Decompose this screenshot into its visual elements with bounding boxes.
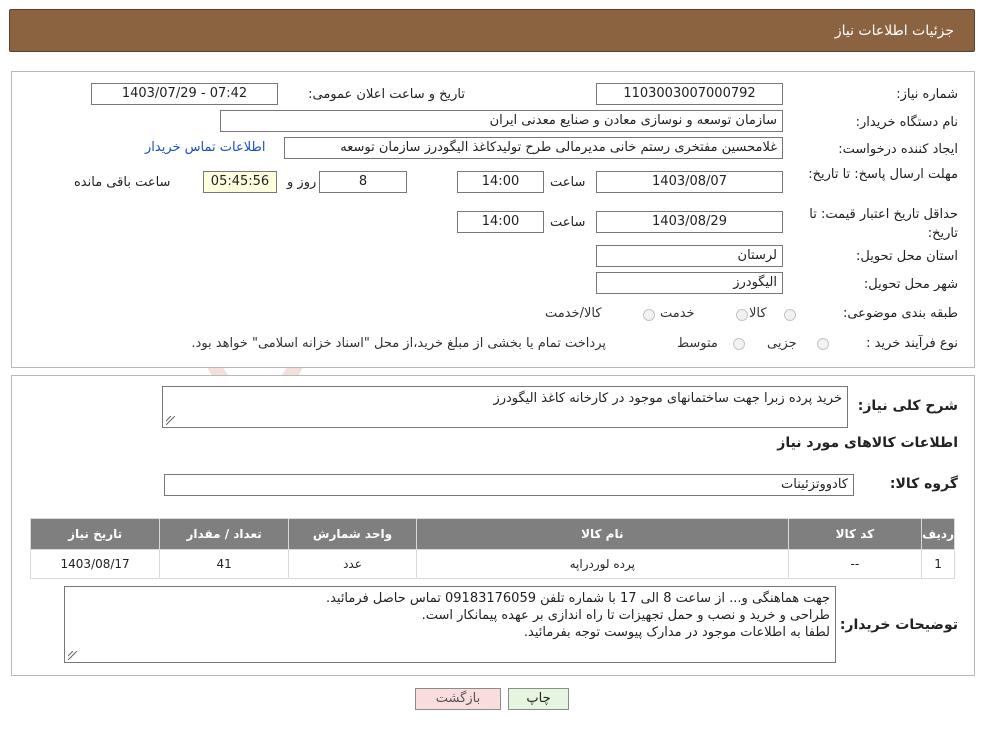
reply-deadline-label: مهلت ارسال پاسخ: تا تاریخ: bbox=[808, 167, 958, 182]
goods-info-title: اطلاعات کالاهای مورد نیاز bbox=[777, 435, 958, 451]
remaining-time-label: ساعت باقی مانده bbox=[74, 175, 171, 190]
process-medium-label: متوسط bbox=[677, 336, 718, 351]
cell-quantity: 41 bbox=[159, 549, 290, 579]
buyer-contact-link[interactable]: اطلاعات تماس خریدار bbox=[145, 140, 265, 155]
buyer-notes-textarea[interactable]: جهت هماهنگی و... از ساعت 8 الی 17 با شما… bbox=[64, 586, 836, 663]
process-minor-label: جزیی bbox=[767, 336, 797, 351]
col-header-item-code: کد کالا bbox=[787, 518, 923, 550]
table-row: 1 -- پرده لوردراپه عدد 41 1403/08/17 bbox=[29, 549, 955, 579]
price-validity-label: حداقل تاریخ اعتبار قیمت: تا تاریخ: bbox=[809, 207, 958, 241]
buyer-notes-line: جهت هماهنگی و... از ساعت 8 الی 17 با شما… bbox=[325, 591, 830, 606]
category-goods-label: کالا bbox=[749, 306, 767, 321]
buyer-org-field: سازمان توسعه و نوسازی معادن و صنایع معدن… bbox=[220, 110, 783, 132]
cell-item-name: پرده لوردراپه bbox=[415, 549, 789, 579]
col-header-row-number: ردیف bbox=[921, 518, 955, 550]
price-time-field: 14:00 bbox=[457, 211, 544, 233]
col-header-need-date: تاریخ نیاز bbox=[29, 518, 161, 550]
province-field: لرستان bbox=[596, 245, 783, 267]
city-field: الیگودرز bbox=[596, 272, 783, 294]
need-number-label: شماره نیاز: bbox=[896, 87, 958, 102]
items-table-header-row: ردیف کد کالا نام کالا واحد شمارش تعداد /… bbox=[29, 518, 955, 550]
summary-textarea[interactable]: خرید پرده زبرا جهت ساختمانهای موجود در ک… bbox=[162, 386, 848, 428]
cell-row-number: 1 bbox=[921, 549, 955, 579]
remaining-time-field: 05:45:56 bbox=[203, 171, 277, 193]
resize-grip-icon[interactable] bbox=[166, 416, 175, 425]
buyer-notes-label: توضیحات خریدار: bbox=[839, 617, 958, 633]
category-label: طبقه بندی موضوعی: bbox=[842, 306, 958, 321]
announce-datetime-field: 1403/07/29 - 07:42 bbox=[91, 83, 278, 105]
process-medium-radio[interactable] bbox=[733, 338, 745, 350]
col-header-item-name: نام کالا bbox=[415, 518, 789, 550]
category-goods-service-radio[interactable] bbox=[643, 309, 655, 321]
summary-label: شرح کلی نیاز: bbox=[857, 398, 958, 414]
reply-time-label: ساعت bbox=[550, 175, 586, 190]
back-button[interactable]: بازگشت bbox=[415, 688, 501, 710]
creator-field: غلامحسین مفتخری رستم خانی مدیرمالی طرح ت… bbox=[284, 137, 783, 159]
reply-date-field: 1403/08/07 bbox=[596, 171, 783, 193]
city-label: شهر محل تحویل: bbox=[863, 277, 958, 292]
process-minor-radio[interactable] bbox=[817, 338, 829, 350]
cell-item-code: -- bbox=[787, 549, 923, 579]
creator-label: ایجاد کننده درخواست: bbox=[838, 142, 958, 157]
goods-group-field: کادووتزئینات bbox=[164, 474, 854, 496]
category-goods-radio[interactable] bbox=[784, 309, 796, 321]
need-number-field: 1103003007000792 bbox=[596, 83, 783, 105]
page-title: جزئیات اطلاعات نیاز bbox=[834, 23, 954, 39]
goods-group-label: گروه کالا: bbox=[889, 476, 958, 492]
category-service-label: خدمت bbox=[660, 306, 695, 321]
announce-datetime-label: تاریخ و ساعت اعلان عمومی: bbox=[308, 87, 465, 102]
days-and-label: روز و bbox=[287, 175, 317, 190]
cell-unit: عدد bbox=[288, 549, 417, 579]
page-header: جزئیات اطلاعات نیاز bbox=[9, 9, 975, 52]
items-table: ردیف کد کالا نام کالا واحد شمارش تعداد /… bbox=[29, 518, 955, 579]
remaining-days-field: 8 bbox=[319, 171, 407, 193]
summary-text: خرید پرده زبرا جهت ساختمانهای موجود در ک… bbox=[493, 391, 842, 406]
reply-time-field: 14:00 bbox=[457, 171, 544, 193]
price-time-label: ساعت bbox=[550, 215, 586, 230]
category-service-radio[interactable] bbox=[736, 309, 748, 321]
process-payment-note: پرداخت تمام یا بخشی از مبلغ خرید،از محل … bbox=[191, 336, 606, 351]
buyer-org-label: نام دستگاه خریدار: bbox=[855, 115, 958, 130]
buyer-notes-line: لطفا به اطلاعات موجود در مدارک پیوست توج… bbox=[523, 625, 830, 640]
resize-grip-icon[interactable] bbox=[68, 651, 77, 660]
price-date-field: 1403/08/29 bbox=[596, 211, 783, 233]
cell-need-date: 1403/08/17 bbox=[29, 549, 161, 579]
col-header-quantity: تعداد / مقدار bbox=[159, 518, 290, 550]
province-label: استان محل تحویل: bbox=[856, 249, 958, 264]
buyer-notes-line: طراحی و خرید و نصب و حمل تجهیزات تا راه … bbox=[421, 608, 830, 623]
print-button[interactable]: چاپ bbox=[508, 688, 569, 710]
category-goods-service-label: کالا/خدمت bbox=[545, 306, 602, 321]
process-type-label: نوع فرآیند خرید : bbox=[866, 336, 958, 351]
col-header-unit: واحد شمارش bbox=[288, 518, 417, 550]
